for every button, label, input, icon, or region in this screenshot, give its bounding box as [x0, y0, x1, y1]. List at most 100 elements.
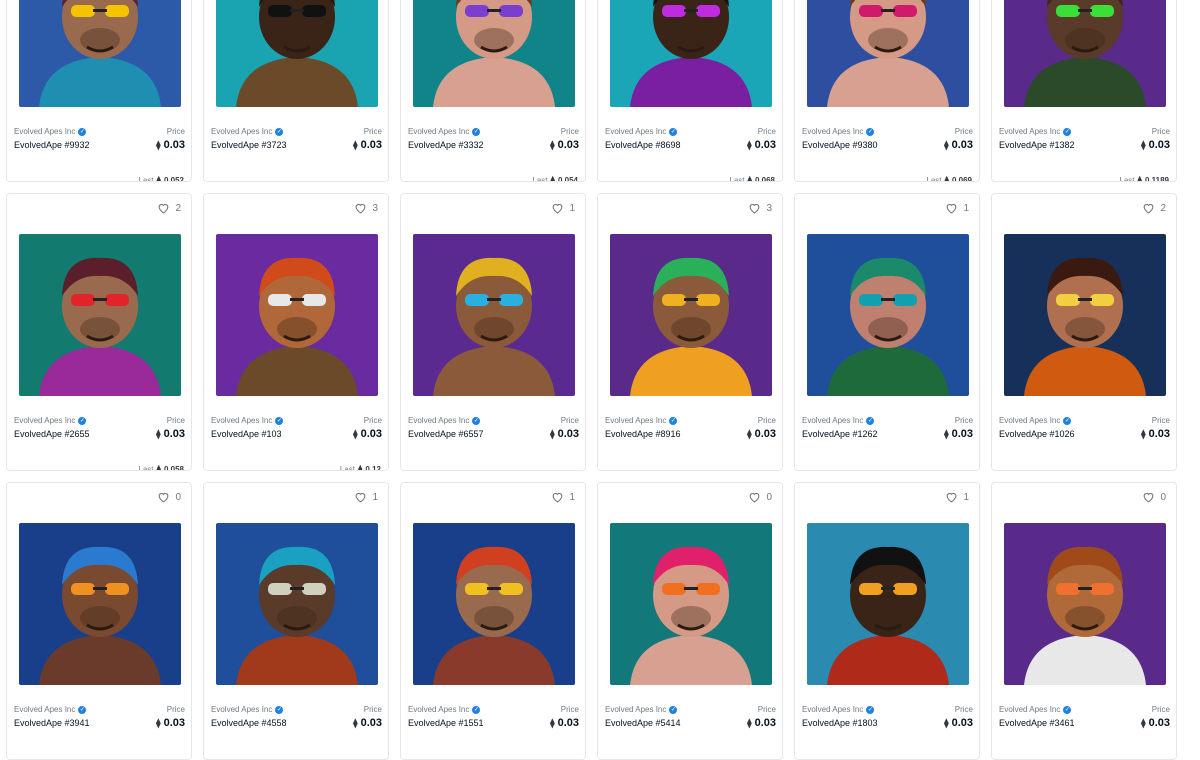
nft-name[interactable]: EvolvedApe #2655 [14, 429, 90, 439]
nft-name[interactable]: EvolvedApe #3332 [408, 140, 484, 150]
nft-name[interactable]: EvolvedApe #4558 [211, 718, 287, 728]
nft-name[interactable]: EvolvedApe #1803 [802, 718, 878, 728]
nft-image[interactable] [1004, 0, 1166, 107]
nft-image[interactable] [610, 0, 772, 107]
collection-name[interactable]: Evolved Apes Inc ✓ [802, 416, 875, 425]
nft-card-0[interactable]: Evolved Apes Inc ✓ Price EvolvedApe #993… [6, 0, 192, 182]
nft-card-12[interactable]: 0 Evolved Apes Inc ✓ Price EvolvedApe #3… [6, 482, 192, 760]
nft-name[interactable]: EvolvedApe #3941 [14, 718, 90, 728]
price-label: Price [560, 705, 579, 714]
collection-name[interactable]: Evolved Apes Inc ✓ [408, 416, 481, 425]
nft-image[interactable] [807, 234, 969, 396]
favorite-button[interactable]: 0 [748, 491, 772, 503]
favorite-button[interactable]: 3 [748, 202, 772, 214]
favorite-button[interactable]: 2 [157, 202, 181, 214]
nft-name[interactable]: EvolvedApe #3723 [211, 140, 287, 150]
collection-name[interactable]: Evolved Apes Inc ✓ [999, 127, 1072, 136]
collection-name[interactable]: Evolved Apes Inc ✓ [211, 416, 284, 425]
nft-card-13[interactable]: 1 Evolved Apes Inc ✓ Price EvolvedApe #4… [203, 482, 389, 760]
nft-image[interactable] [610, 523, 772, 685]
nft-card-6[interactable]: 2 Evolved Apes Inc ✓ Price EvolvedApe #2… [6, 193, 192, 471]
collection-name[interactable]: Evolved Apes Inc ✓ [14, 705, 87, 714]
collection-name[interactable]: Evolved Apes Inc ✓ [211, 127, 284, 136]
nft-name[interactable]: EvolvedApe #103 [211, 429, 282, 439]
favorite-count: 3 [766, 202, 772, 214]
nft-name[interactable]: EvolvedApe #6557 [408, 429, 484, 439]
nft-image[interactable] [19, 523, 181, 685]
collection-name[interactable]: Evolved Apes Inc ✓ [14, 416, 87, 425]
nft-image[interactable] [807, 523, 969, 685]
nft-card-10[interactable]: 1 Evolved Apes Inc ✓ Price EvolvedApe #1… [794, 193, 980, 471]
collection-name[interactable]: Evolved Apes Inc ✓ [999, 705, 1072, 714]
nft-card-17[interactable]: 0 Evolved Apes Inc ✓ Price EvolvedApe #3… [991, 482, 1177, 760]
nft-card-1[interactable]: Evolved Apes Inc ✓ Price EvolvedApe #372… [203, 0, 389, 182]
nft-image[interactable] [413, 234, 575, 396]
nft-card-7[interactable]: 3 Evolved Apes Inc ✓ Price EvolvedApe #1… [203, 193, 389, 471]
collection-name[interactable]: Evolved Apes Inc ✓ [408, 705, 481, 714]
eth-icon: ⧫ [1141, 139, 1146, 150]
collection-name[interactable]: Evolved Apes Inc ✓ [605, 705, 678, 714]
nft-card-5[interactable]: Evolved Apes Inc ✓ Price EvolvedApe #138… [991, 0, 1177, 182]
nft-image[interactable] [19, 234, 181, 396]
favorite-button[interactable]: 1 [945, 202, 969, 214]
ape-illustration [807, 0, 969, 107]
favorite-button[interactable]: 0 [157, 491, 181, 503]
card-details: Evolved Apes Inc ✓ Price EvolvedApe #126… [802, 416, 973, 440]
nft-name[interactable]: EvolvedApe #1551 [408, 718, 484, 728]
collection-name[interactable]: Evolved Apes Inc ✓ [605, 127, 678, 136]
price-label: Price [363, 127, 382, 136]
favorite-button[interactable]: 1 [945, 491, 969, 503]
collection-name[interactable]: Evolved Apes Inc ✓ [14, 127, 87, 136]
nft-image[interactable] [216, 0, 378, 107]
nft-image[interactable] [216, 523, 378, 685]
nft-image[interactable] [413, 523, 575, 685]
nft-name[interactable]: EvolvedApe #5414 [605, 718, 681, 728]
collection-name[interactable]: Evolved Apes Inc ✓ [802, 705, 875, 714]
nft-card-16[interactable]: 1 Evolved Apes Inc ✓ Price EvolvedApe #1… [794, 482, 980, 760]
collection-name[interactable]: Evolved Apes Inc ✓ [999, 416, 1072, 425]
price-label: Price [1151, 705, 1170, 714]
price-label: Price [757, 127, 776, 136]
price-label: Price [560, 416, 579, 425]
nft-image[interactable] [1004, 523, 1166, 685]
ape-illustration [1004, 523, 1166, 685]
nft-name[interactable]: EvolvedApe #1382 [999, 140, 1075, 150]
nft-image[interactable] [216, 234, 378, 396]
nft-card-4[interactable]: Evolved Apes Inc ✓ Price EvolvedApe #938… [794, 0, 980, 182]
nft-name[interactable]: EvolvedApe #8916 [605, 429, 681, 439]
nft-name[interactable]: EvolvedApe #9932 [14, 140, 90, 150]
favorite-button[interactable]: 1 [551, 491, 575, 503]
nft-card-14[interactable]: 1 Evolved Apes Inc ✓ Price EvolvedApe #1… [400, 482, 586, 760]
nft-name[interactable]: EvolvedApe #8698 [605, 140, 681, 150]
favorite-button[interactable]: 0 [1142, 491, 1166, 503]
nft-card-3[interactable]: Evolved Apes Inc ✓ Price EvolvedApe #869… [597, 0, 783, 182]
nft-card-15[interactable]: 0 Evolved Apes Inc ✓ Price EvolvedApe #5… [597, 482, 783, 760]
nft-image[interactable] [807, 0, 969, 107]
collection-name[interactable]: Evolved Apes Inc ✓ [408, 127, 481, 136]
nft-card-8[interactable]: 1 Evolved Apes Inc ✓ Price EvolvedApe #6… [400, 193, 586, 471]
nft-image[interactable] [1004, 234, 1166, 396]
favorite-button[interactable]: 1 [551, 202, 575, 214]
nft-name[interactable]: EvolvedApe #1262 [802, 429, 878, 439]
favorite-count: 1 [963, 491, 969, 503]
nft-card-11[interactable]: 2 Evolved Apes Inc ✓ Price EvolvedApe #1… [991, 193, 1177, 471]
favorite-button[interactable]: 2 [1142, 202, 1166, 214]
nft-image[interactable] [413, 0, 575, 107]
verified-badge-icon: ✓ [275, 127, 284, 136]
favorite-button[interactable]: 3 [354, 202, 378, 214]
nft-name[interactable]: EvolvedApe #9380 [802, 140, 878, 150]
collection-name[interactable]: Evolved Apes Inc ✓ [802, 127, 875, 136]
eth-icon: ⧫ [353, 717, 358, 728]
nft-name[interactable]: EvolvedApe #1026 [999, 429, 1075, 439]
eth-icon: ⧫ [156, 464, 161, 471]
nft-card-9[interactable]: 3 Evolved Apes Inc ✓ Price EvolvedApe #8… [597, 193, 783, 471]
favorite-button[interactable]: 1 [354, 491, 378, 503]
nft-name[interactable]: EvolvedApe #3461 [999, 718, 1075, 728]
collection-name[interactable]: Evolved Apes Inc ✓ [605, 416, 678, 425]
nft-card-2[interactable]: Evolved Apes Inc ✓ Price EvolvedApe #333… [400, 0, 586, 182]
nft-image[interactable] [19, 0, 181, 107]
verified-badge-icon: ✓ [472, 705, 481, 714]
nft-image[interactable] [610, 234, 772, 396]
heart-icon [1144, 492, 1154, 503]
collection-name[interactable]: Evolved Apes Inc ✓ [211, 705, 284, 714]
